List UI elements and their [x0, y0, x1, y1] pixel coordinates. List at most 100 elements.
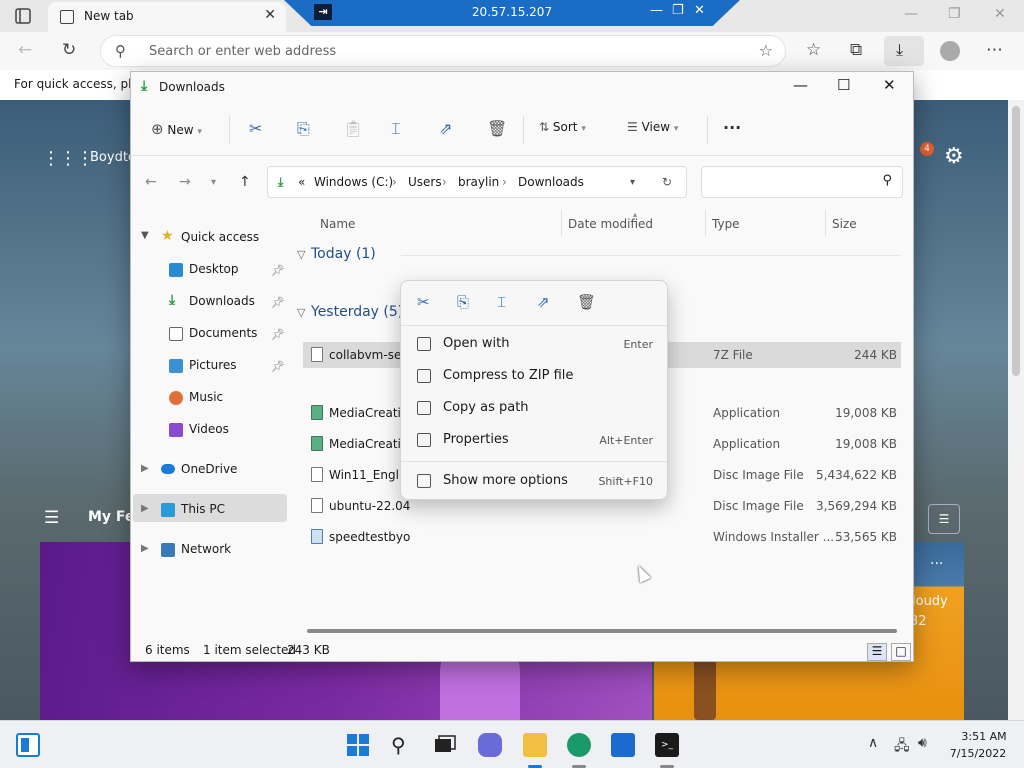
sidebar-item-pictures[interactable]: Pictures — [189, 358, 237, 372]
volume-icon[interactable]: 🔊︎ — [918, 735, 927, 751]
chevron-down-icon[interactable]: ▾ — [630, 177, 635, 188]
copy-icon[interactable]: ⎘ — [297, 119, 310, 139]
maximize-button[interactable]: ☐ — [837, 76, 850, 94]
page-scrollbar[interactable] — [1008, 100, 1024, 720]
feed-menu-icon[interactable]: ☰ — [44, 508, 59, 528]
rename-icon[interactable]: ⌶ — [497, 293, 506, 311]
copy-icon[interactable]: ⎘ — [457, 293, 469, 311]
new-button[interactable]: ⊕ New ▾ — [151, 120, 202, 138]
breadcrumb-user[interactable]: braylin — [458, 175, 499, 189]
tab-actions-icon[interactable] — [14, 7, 32, 25]
address-input[interactable]: Search or enter web address — [149, 44, 336, 59]
breadcrumb-overflow[interactable]: « — [298, 175, 305, 189]
menu-item-properties[interactable]: Properties Alt+Enter — [401, 426, 667, 456]
tab-close-button[interactable]: ✕ — [264, 7, 276, 23]
see-more-button[interactable]: ··· — [723, 118, 741, 137]
scrollbar-thumb[interactable] — [1012, 106, 1020, 376]
start-icon[interactable] — [346, 733, 370, 757]
breadcrumb-drive[interactable]: Windows (C:) — [314, 175, 393, 189]
column-header-name[interactable]: Name — [320, 217, 355, 231]
menu-item-show-more-options[interactable]: Show more options Shift+F10 — [401, 467, 667, 497]
more-options-icon[interactable]: ⋯ — [986, 40, 1003, 60]
share-icon[interactable]: ⇗ — [537, 293, 550, 311]
chevron-down-icon[interactable]: ▽ — [297, 248, 305, 261]
layout-toggle-icon[interactable]: ☰ — [928, 504, 960, 534]
group-header-today[interactable]: Today (1) — [311, 246, 376, 262]
terminal-icon[interactable]: >_ — [655, 733, 679, 757]
refresh-icon[interactable]: ↻ — [62, 40, 76, 60]
clock-date[interactable]: 7/15/2022 — [948, 747, 1008, 760]
chevron-right-icon[interactable]: ▶ — [141, 543, 149, 554]
cut-icon[interactable]: ✂ — [249, 119, 262, 138]
file-explorer-icon[interactable] — [523, 733, 547, 757]
rdp-restore-button[interactable]: ❐ — [672, 3, 684, 18]
column-header-size[interactable]: Size — [832, 217, 857, 231]
share-icon[interactable]: ⇗ — [439, 119, 452, 138]
chevron-down-icon[interactable]: ▽ — [297, 306, 305, 319]
address-bar[interactable]: ⤓ « Windows (C:) › Users › braylin › Dow… — [267, 166, 687, 198]
group-header-yesterday[interactable]: Yesterday (5) — [311, 304, 403, 320]
browser-minimize-button[interactable]: — — [904, 6, 918, 22]
app-launcher-icon[interactable]: ⋮⋮⋮ — [42, 148, 94, 169]
tiles-view-icon[interactable]: □ — [891, 643, 911, 661]
delete-icon[interactable]: 🗑︎ — [487, 119, 507, 138]
sidebar-item-music[interactable]: Music — [189, 390, 223, 404]
breadcrumb-downloads[interactable]: Downloads — [518, 175, 584, 189]
chevron-up-icon[interactable]: ∧ — [868, 735, 878, 751]
sidebar-item-desktop[interactable]: Desktop — [189, 262, 239, 276]
sidebar-item-documents[interactable]: Documents — [189, 326, 257, 340]
sidebar-item-quick-access[interactable]: Quick access — [181, 230, 259, 244]
forward-arrow-icon[interactable]: → — [179, 174, 191, 190]
breadcrumb-users[interactable]: Users — [408, 175, 442, 189]
paste-icon[interactable]: 📋︎ — [343, 119, 363, 138]
edge-icon[interactable] — [567, 733, 591, 757]
store-icon[interactable] — [611, 733, 635, 757]
chevron-right-icon[interactable]: ▶ — [141, 463, 149, 474]
rdp-minimize-button[interactable]: — — [650, 3, 663, 18]
chevron-down-icon[interactable]: ▼ — [141, 230, 149, 241]
task-view-icon[interactable] — [433, 733, 457, 757]
delete-icon[interactable]: 🗑︎ — [577, 293, 596, 311]
rename-icon[interactable]: ⌶ — [391, 119, 401, 139]
sidebar-item-downloads[interactable]: Downloads — [189, 294, 255, 308]
profile-avatar[interactable] — [940, 41, 960, 61]
refresh-icon[interactable]: ↻ — [662, 175, 672, 189]
search-icon[interactable]: ⚲ — [391, 733, 415, 757]
column-header-type[interactable]: Type — [712, 217, 740, 231]
browser-close-button[interactable]: ✕ — [994, 6, 1006, 22]
gear-icon[interactable]: ⚙ — [944, 144, 964, 169]
clock-time[interactable]: 3:51 AM — [960, 730, 1008, 743]
recent-locations-icon[interactable]: ▾ — [211, 177, 216, 188]
horizontal-scrollbar[interactable] — [307, 629, 897, 633]
minimize-button[interactable]: — — [793, 76, 808, 94]
collections-icon[interactable]: ⧉ — [850, 40, 862, 60]
menu-item-copy-as-path[interactable]: Copy as path — [401, 394, 667, 424]
menu-item-open-with[interactable]: Open with Enter — [401, 330, 667, 360]
menu-item-compress-zip[interactable]: Compress to ZIP file — [401, 362, 667, 392]
chat-icon[interactable] — [478, 733, 502, 757]
weather-more-button[interactable]: ··· — [930, 556, 943, 572]
table-row[interactable]: speedtestbyo Windows Installer ... 53,56… — [303, 524, 901, 550]
cut-icon[interactable]: ✂ — [417, 293, 430, 311]
tab-new-tab[interactable]: New tab ✕ — [48, 2, 286, 32]
address-bar[interactable]: ⚲ Search or enter web address ☆ — [100, 35, 786, 67]
chevron-right-icon[interactable]: ▶ — [141, 503, 149, 514]
back-arrow-icon[interactable]: ← — [18, 40, 32, 60]
close-button[interactable]: ✕ — [883, 76, 896, 94]
downloads-button[interactable]: ⤓ — [884, 36, 924, 66]
network-icon[interactable]: 🖧︎ — [894, 735, 910, 759]
details-view-icon[interactable]: ☰ — [867, 643, 887, 661]
rdp-close-button[interactable]: ✕ — [694, 3, 705, 18]
favorites-icon[interactable]: ☆ — [806, 40, 821, 60]
sidebar-item-this-pc[interactable]: This PC — [181, 502, 225, 516]
column-header-date-modified[interactable]: Date modified — [568, 217, 653, 231]
sort-button[interactable]: ⇅ Sort ▾ — [539, 120, 586, 134]
sidebar-item-network[interactable]: Network — [181, 542, 231, 556]
up-arrow-icon[interactable]: ↑ — [239, 174, 251, 190]
view-button[interactable]: ☰ View ▾ — [627, 120, 678, 134]
sidebar-item-onedrive[interactable]: OneDrive — [181, 462, 237, 476]
search-input[interactable]: ⚲ — [701, 166, 903, 198]
back-arrow-icon[interactable]: ← — [145, 174, 157, 190]
widgets-icon[interactable] — [16, 733, 40, 757]
add-favorite-icon[interactable]: ☆ — [759, 41, 773, 60]
